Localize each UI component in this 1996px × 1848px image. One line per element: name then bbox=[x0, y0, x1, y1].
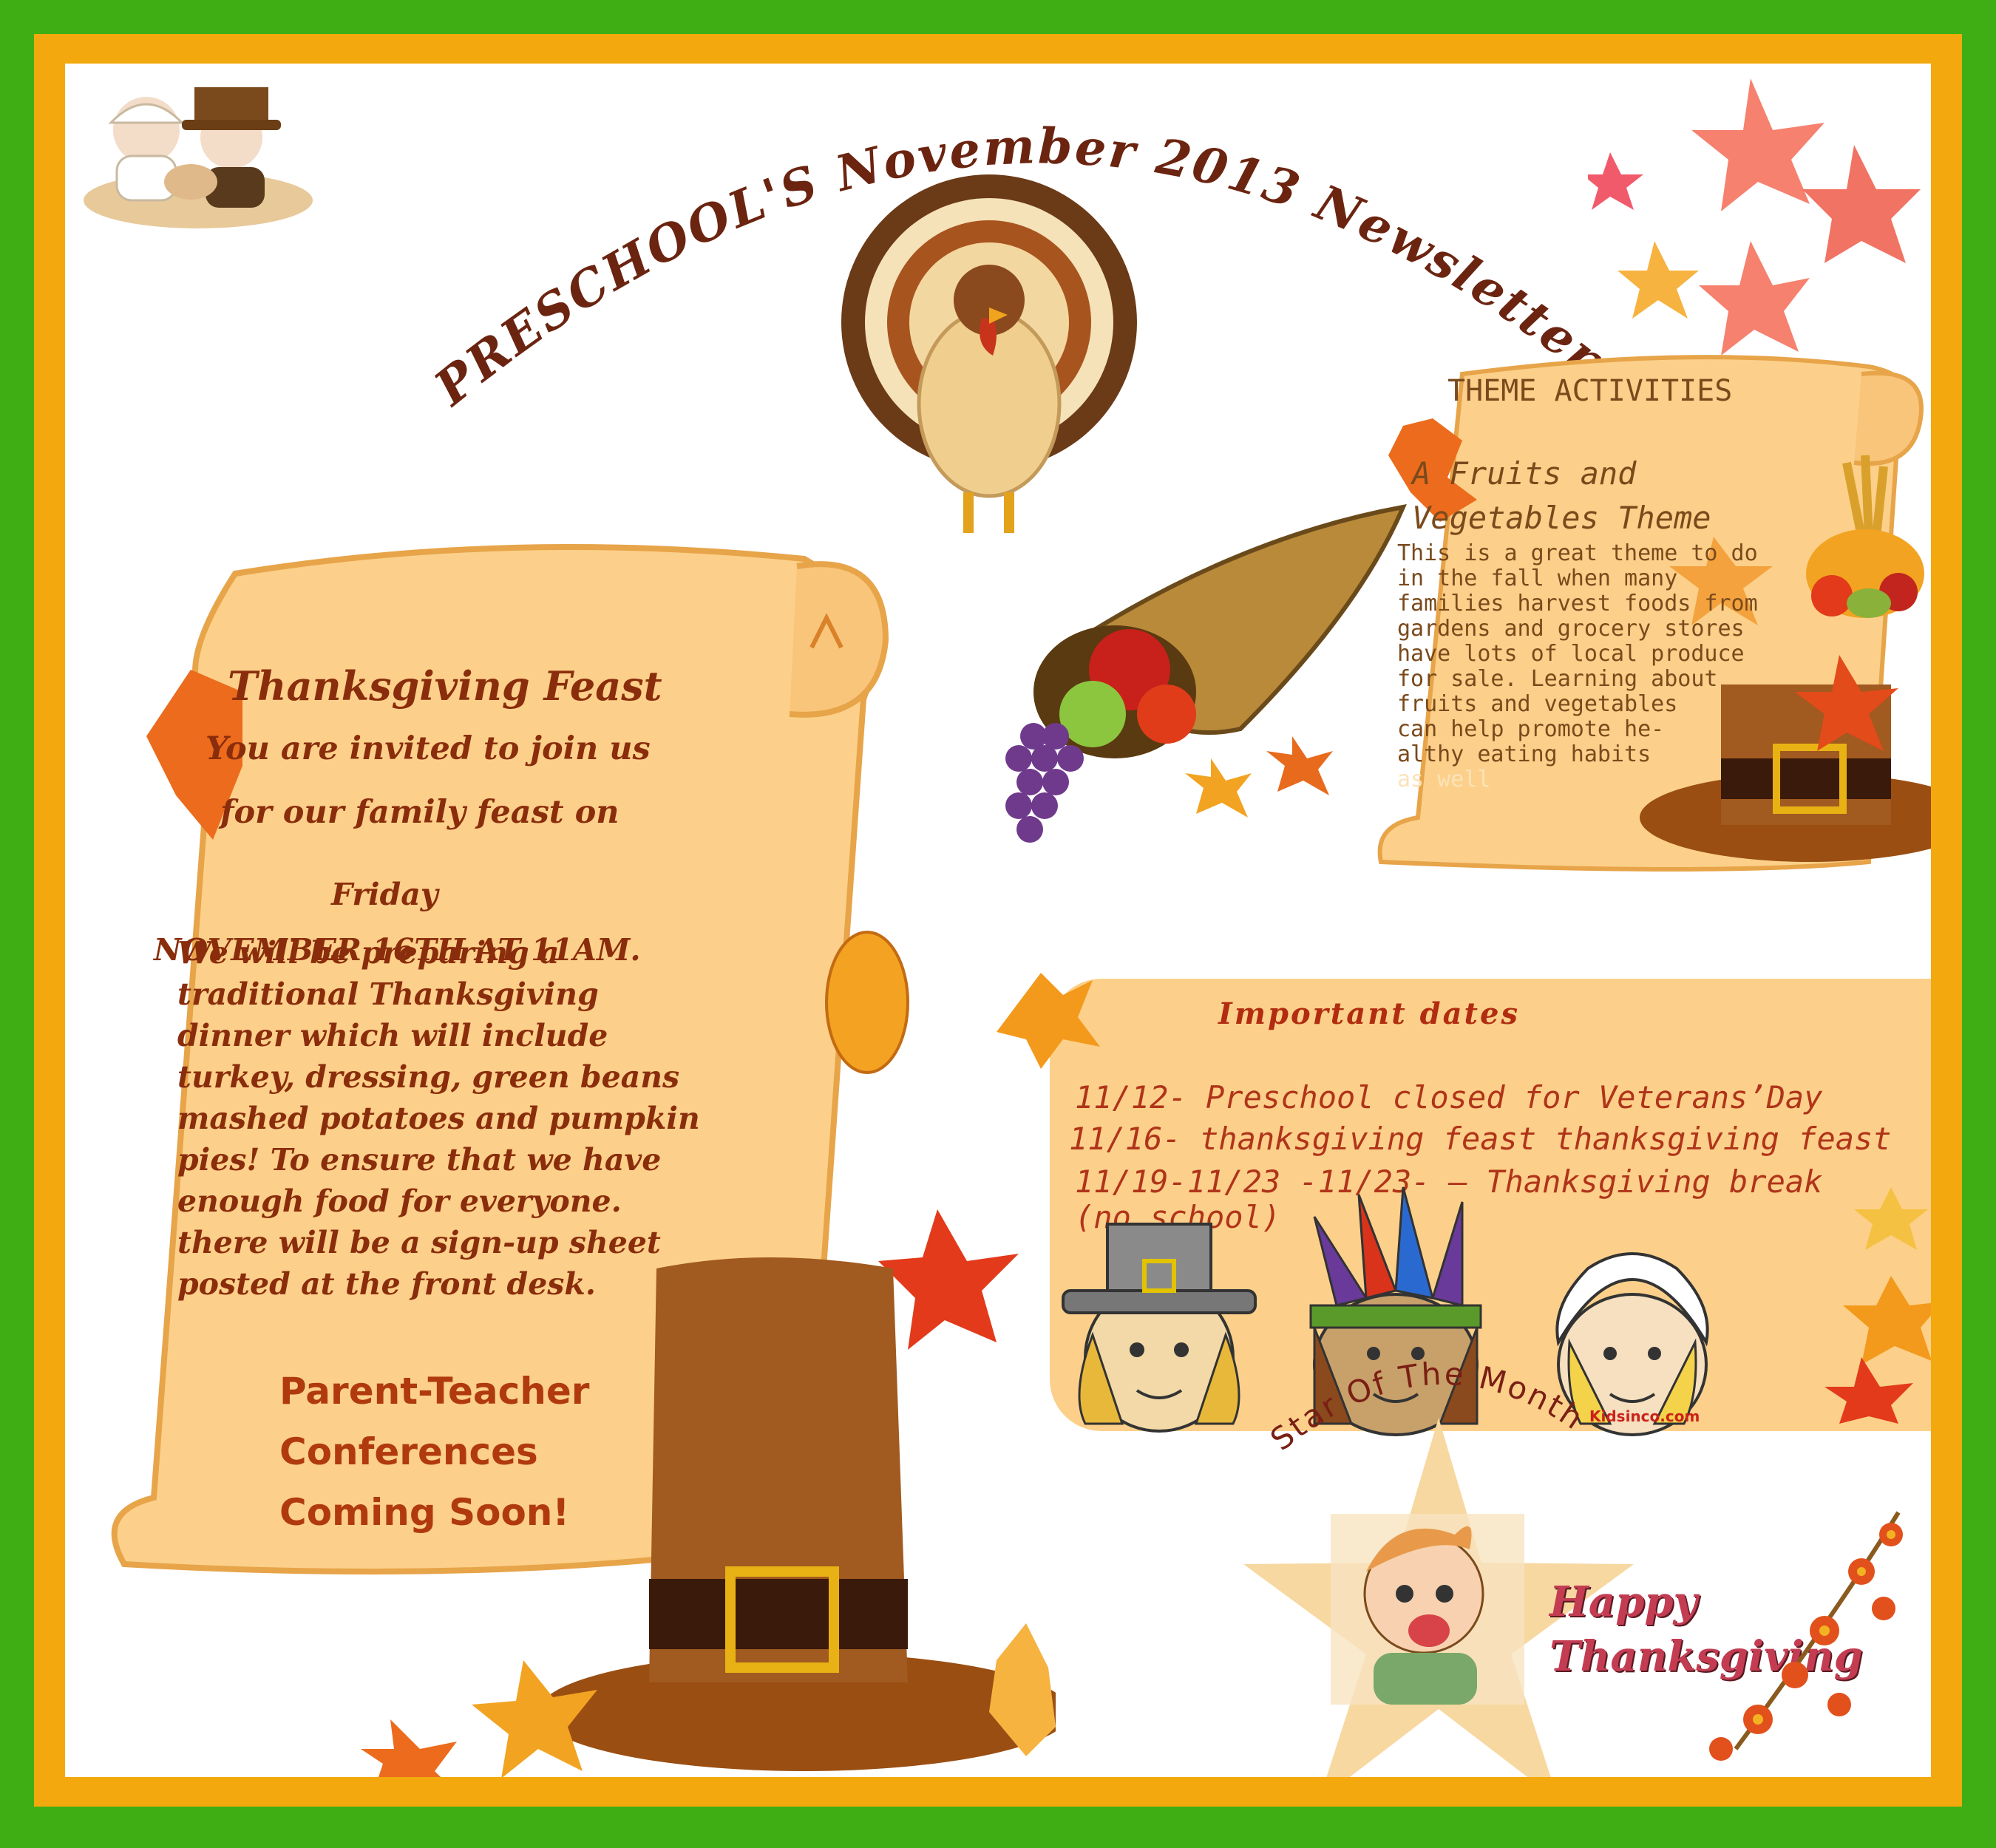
autumn-flowers-image bbox=[1709, 1511, 1903, 1761]
star-child-image bbox=[1363, 1526, 1484, 1705]
svg-text:Star Of The Month: Star Of The Month bbox=[1263, 1356, 1591, 1458]
greeting-line1: Happy bbox=[1549, 1577, 1698, 1626]
star-heading: Star Of The Month bbox=[1263, 1356, 1589, 1458]
star-section: Star Of The Month bbox=[1243, 1356, 1634, 1777]
page: PRESCHOOL'S November 2013 Newsletter THE… bbox=[65, 64, 1931, 1777]
newsletter: PRESCHOOL'S November 2013 Newsletter THE… bbox=[0, 0, 1996, 1848]
